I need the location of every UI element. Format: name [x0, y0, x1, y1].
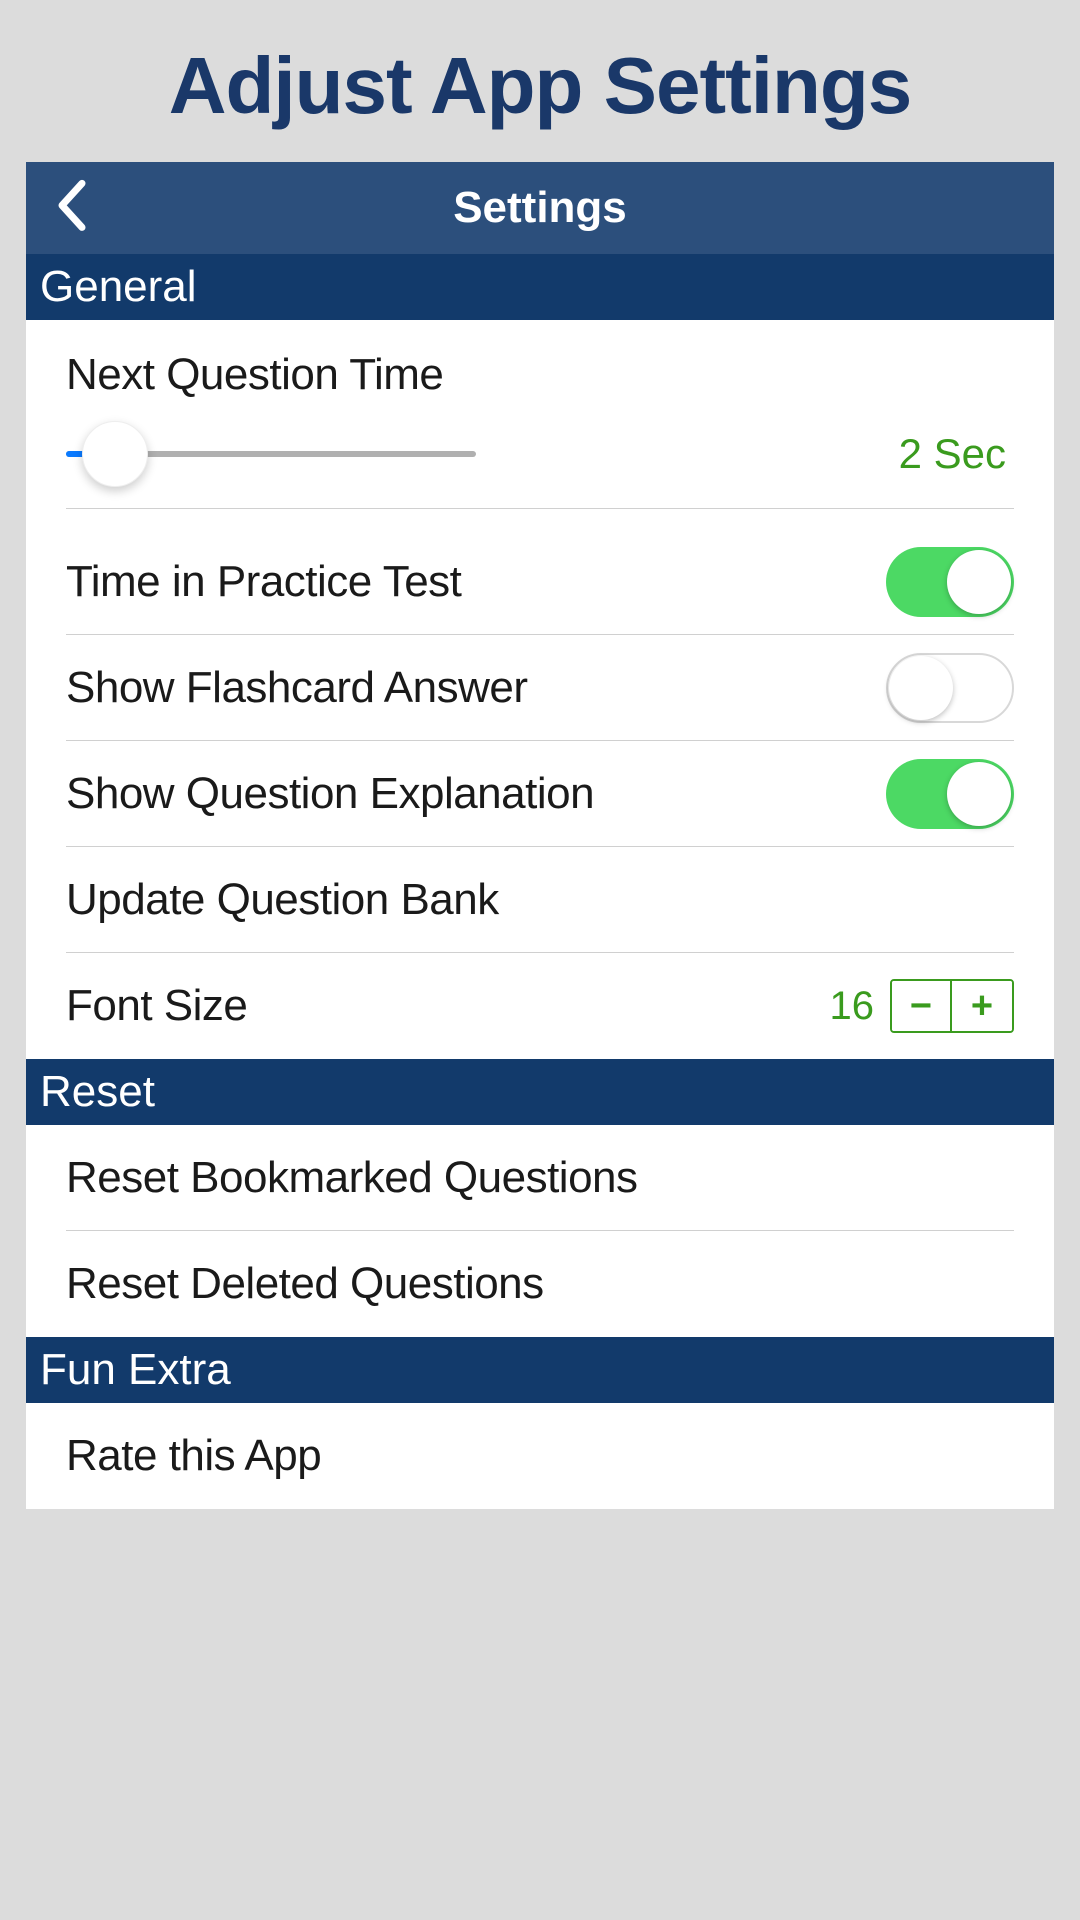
next-question-time-label: Next Question Time: [66, 350, 1014, 400]
time-in-practice-row: Time in Practice Test: [26, 529, 1054, 635]
time-in-practice-label: Time in Practice Test: [66, 557, 461, 607]
section-header-fun-extra: Fun Extra: [26, 1337, 1054, 1403]
font-size-increase-button[interactable]: +: [952, 981, 1012, 1031]
reset-bookmarked-label: Reset Bookmarked Questions: [66, 1153, 638, 1203]
slider-container: 2 Sec: [66, 430, 1014, 509]
app-frame: Settings General Next Question Time 2 Se…: [26, 162, 1054, 1509]
reset-deleted-row[interactable]: Reset Deleted Questions: [26, 1231, 1054, 1337]
toggle-knob: [947, 550, 1011, 614]
toggle-knob: [889, 656, 953, 720]
fun-extra-settings-list: Rate this App: [26, 1403, 1054, 1509]
show-question-explanation-label: Show Question Explanation: [66, 769, 594, 819]
rate-app-label: Rate this App: [66, 1431, 321, 1481]
show-flashcard-answer-label: Show Flashcard Answer: [66, 663, 528, 713]
reset-deleted-label: Reset Deleted Questions: [66, 1259, 544, 1309]
next-question-time-value: 2 Sec: [899, 430, 1006, 478]
reset-settings-list: Reset Bookmarked Questions Reset Deleted…: [26, 1125, 1054, 1337]
chevron-left-icon: [56, 179, 86, 231]
reset-bookmarked-row[interactable]: Reset Bookmarked Questions: [26, 1125, 1054, 1231]
general-settings-list: Next Question Time 2 Sec Time in Practic…: [26, 320, 1054, 1059]
font-size-row: Font Size 16 − +: [26, 953, 1054, 1059]
show-question-explanation-toggle[interactable]: [886, 759, 1014, 829]
section-header-general: General: [26, 254, 1054, 320]
toggle-knob: [947, 762, 1011, 826]
section-header-reset: Reset: [26, 1059, 1054, 1125]
font-size-decrease-button[interactable]: −: [892, 981, 952, 1031]
rate-app-row[interactable]: Rate this App: [26, 1403, 1054, 1509]
nav-bar: Settings: [26, 162, 1054, 254]
next-question-time-slider[interactable]: [66, 451, 476, 457]
font-size-label: Font Size: [66, 981, 247, 1031]
page-title: Adjust App Settings: [0, 0, 1080, 162]
update-question-bank-label: Update Question Bank: [66, 875, 499, 925]
show-flashcard-answer-toggle[interactable]: [886, 653, 1014, 723]
slider-thumb[interactable]: [82, 421, 148, 487]
show-flashcard-answer-row: Show Flashcard Answer: [26, 635, 1054, 741]
time-in-practice-toggle[interactable]: [886, 547, 1014, 617]
next-question-time-row: Next Question Time 2 Sec: [26, 320, 1054, 529]
font-size-stepper: − +: [890, 979, 1014, 1033]
font-size-value: 16: [830, 984, 875, 1029]
show-question-explanation-row: Show Question Explanation: [26, 741, 1054, 847]
back-button[interactable]: [56, 179, 86, 231]
update-question-bank-row[interactable]: Update Question Bank: [26, 847, 1054, 953]
nav-title: Settings: [26, 183, 1054, 233]
font-size-controls: 16 − +: [830, 979, 1015, 1033]
